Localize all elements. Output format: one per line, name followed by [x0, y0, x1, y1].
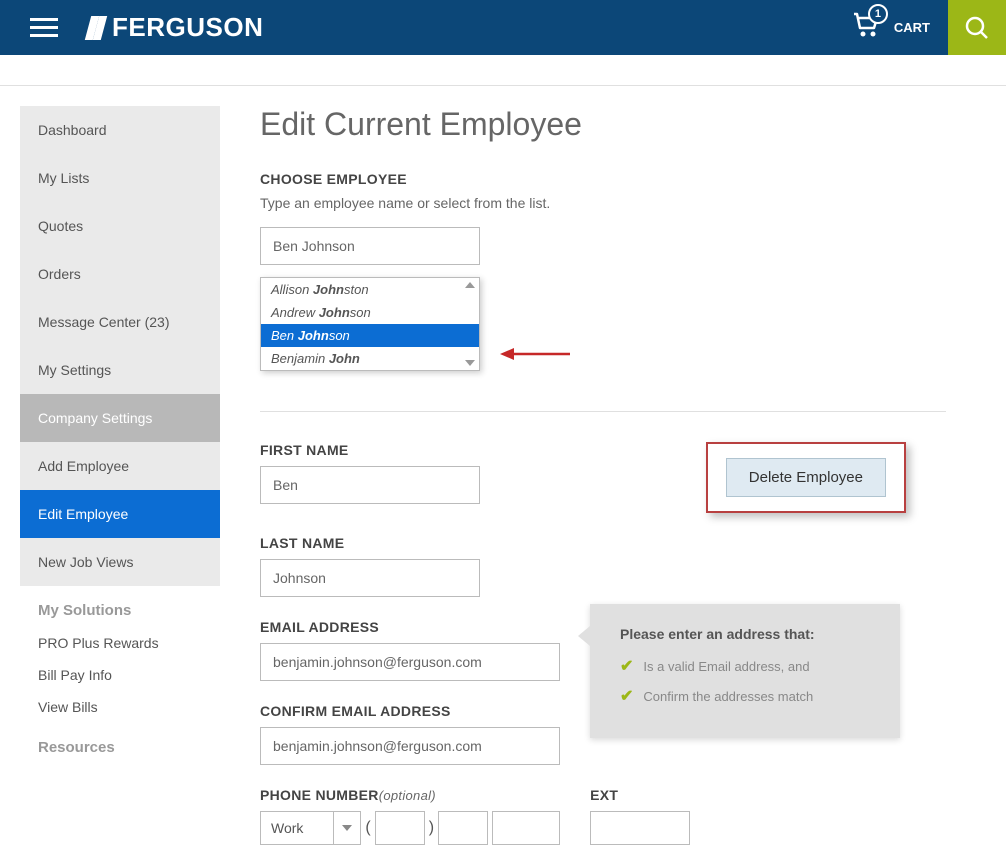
autocomplete-option[interactable]: Andrew Johnson [261, 301, 479, 324]
check-icon: ✔ [620, 656, 633, 676]
sidebar: Dashboard My Lists Quotes Orders Message… [20, 106, 220, 845]
sidebar-item-dashboard[interactable]: Dashboard [20, 106, 220, 154]
autocomplete-option[interactable]: Benjamin John [261, 347, 479, 370]
phone-label: PHONE NUMBER(optional) [260, 787, 560, 803]
autocomplete-option[interactable]: Allison Johnston [261, 278, 479, 301]
annotation-arrow-icon [500, 344, 570, 364]
confirm-email-input[interactable] [260, 727, 560, 765]
choose-employee-label: CHOOSE EMPLOYEE [260, 171, 946, 187]
delete-employee-button[interactable]: Delete Employee [726, 458, 886, 497]
tooltip-item: ✔Is a valid Email address, and [620, 656, 870, 676]
phone-prefix-input[interactable] [438, 811, 488, 845]
ext-label: EXT [590, 787, 690, 803]
section-divider [260, 411, 946, 412]
sidebar-link-view-bills[interactable]: View Bills [20, 691, 220, 723]
sidebar-item-orders[interactable]: Orders [20, 250, 220, 298]
tooltip-title: Please enter an address that: [620, 626, 870, 642]
cart-badge: 1 [868, 4, 888, 24]
search-button[interactable] [948, 0, 1006, 55]
phone-area-input[interactable] [375, 811, 425, 845]
page-title: Edit Current Employee [260, 106, 946, 143]
delete-employee-highlight: Delete Employee [706, 442, 906, 513]
autocomplete-dropdown[interactable]: Allison Johnston Andrew Johnson Ben John… [260, 277, 480, 371]
menu-icon[interactable] [30, 13, 58, 42]
phone-type-select[interactable]: Work [260, 811, 361, 845]
search-icon [964, 15, 990, 41]
confirm-email-label: CONFIRM EMAIL ADDRESS [260, 703, 946, 719]
ext-input[interactable] [590, 811, 690, 845]
brand-name: FERGUSON [112, 12, 263, 43]
cart-button[interactable]: 1 CART [834, 0, 948, 55]
choose-employee-hint: Type an employee name or select from the… [260, 195, 946, 211]
phone-line-input[interactable] [492, 811, 560, 845]
autocomplete-option-selected[interactable]: Ben Johnson [261, 324, 479, 347]
choose-employee-input[interactable] [260, 227, 480, 265]
sidebar-heading-solutions: My Solutions [20, 586, 220, 627]
first-name-label: FIRST NAME [260, 442, 480, 458]
sidebar-item-my-lists[interactable]: My Lists [20, 154, 220, 202]
email-input[interactable] [260, 643, 560, 681]
last-name-input[interactable] [260, 559, 480, 597]
last-name-label: LAST NAME [260, 535, 946, 551]
scroll-down-icon[interactable] [465, 360, 475, 366]
main-content: Edit Current Employee CHOOSE EMPLOYEE Ty… [260, 106, 986, 845]
top-header: FERGUSON 1 CART [0, 0, 1006, 55]
sidebar-heading-resources: Resources [20, 723, 220, 764]
chevron-down-icon [333, 812, 360, 844]
sidebar-item-edit-employee[interactable]: Edit Employee [20, 490, 220, 538]
sidebar-item-my-settings[interactable]: My Settings [20, 346, 220, 394]
cart-label: CART [894, 20, 930, 35]
cart-icon: 1 [852, 12, 880, 43]
brand-logo[interactable]: FERGUSON [88, 12, 263, 43]
first-name-input[interactable] [260, 466, 480, 504]
sidebar-item-company-settings[interactable]: Company Settings [20, 394, 220, 442]
sidebar-item-new-job-views[interactable]: New Job Views [20, 538, 220, 586]
sidebar-item-message-center[interactable]: Message Center (23) [20, 298, 220, 346]
scroll-up-icon[interactable] [465, 282, 475, 288]
sidebar-item-add-employee[interactable]: Add Employee [20, 442, 220, 490]
sidebar-link-bill-pay[interactable]: Bill Pay Info [20, 659, 220, 691]
sidebar-link-pro-plus[interactable]: PRO Plus Rewards [20, 627, 220, 659]
sidebar-item-quotes[interactable]: Quotes [20, 202, 220, 250]
autocomplete-scrollbar[interactable] [461, 278, 479, 370]
